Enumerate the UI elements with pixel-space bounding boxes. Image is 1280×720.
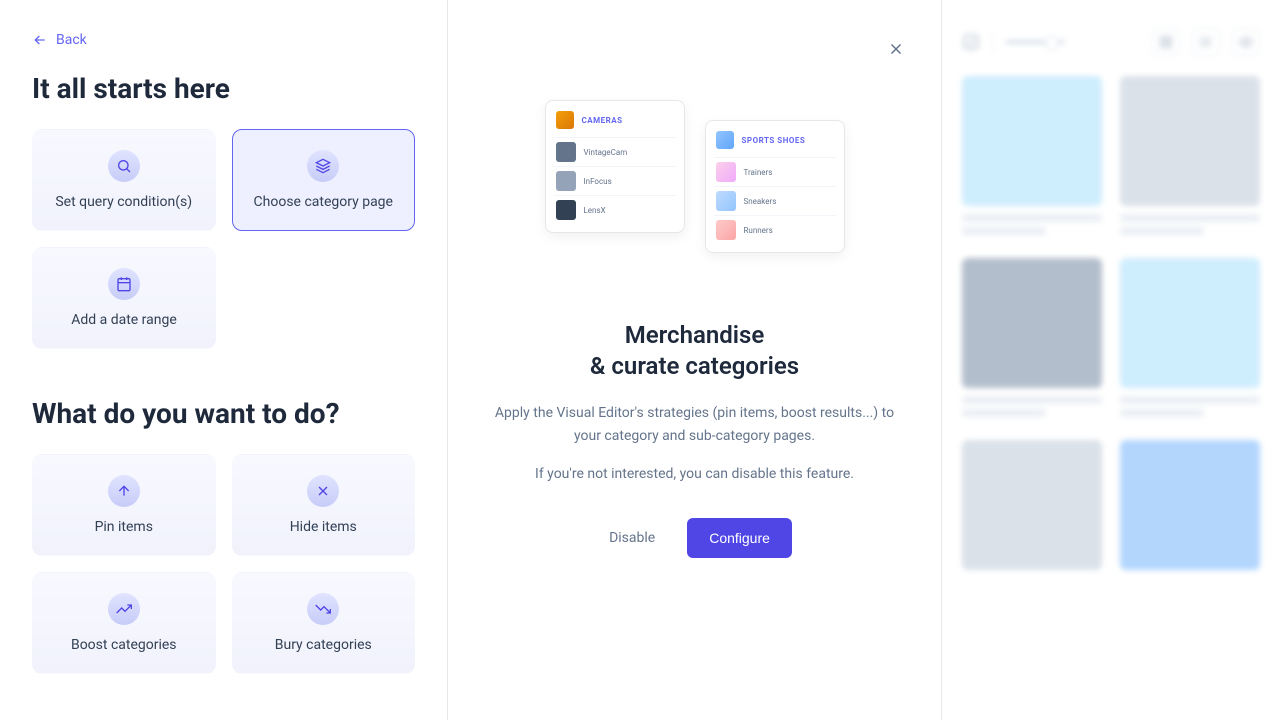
search-icon xyxy=(108,150,140,182)
calendar-icon xyxy=(108,268,140,300)
arrow-up-icon xyxy=(108,475,140,507)
action-bury-categories[interactable]: Bury categories xyxy=(232,572,416,674)
action-hide-items[interactable]: Hide items xyxy=(232,454,416,556)
option-add-date-range[interactable]: Add a date range xyxy=(32,247,216,349)
action-pin-items[interactable]: Pin items xyxy=(32,454,216,556)
zoom-slider xyxy=(1005,40,1065,44)
configure-button[interactable]: Configure xyxy=(687,518,792,558)
close-button[interactable] xyxy=(887,40,905,62)
card-label: Bury categories xyxy=(275,637,372,653)
list-view-icon xyxy=(1192,28,1220,56)
back-button[interactable]: Back xyxy=(32,32,87,48)
section-title-what-do: What do you want to do? xyxy=(32,397,415,430)
arrow-left-icon xyxy=(32,32,48,48)
disable-button[interactable]: Disable xyxy=(597,520,667,556)
card-label: Pin items xyxy=(95,519,153,535)
action-boost-categories[interactable]: Boost categories xyxy=(32,572,216,674)
modal-description-2: If you're not interested, you can disabl… xyxy=(535,463,854,485)
card-label: Boost categories xyxy=(71,637,177,653)
card-label: Add a date range xyxy=(71,312,177,328)
back-label: Back xyxy=(56,32,87,48)
x-icon xyxy=(307,475,339,507)
option-set-query-conditions[interactable]: Set query condition(s) xyxy=(32,129,216,231)
modal-merchandise-categories: CAMERAS VintageCam InFocus LensX SPORTS … xyxy=(448,0,942,720)
card-label: Choose category page xyxy=(254,194,393,210)
trending-up-icon xyxy=(108,593,140,625)
grid-view-icon xyxy=(1152,28,1180,56)
background-product-grid xyxy=(942,0,1280,720)
left-sidebar-panel: Back It all starts here Set query condit… xyxy=(0,0,448,720)
checkbox-icon xyxy=(962,33,980,51)
trending-down-icon xyxy=(307,593,339,625)
card-label: Set query condition(s) xyxy=(55,194,192,210)
layers-icon xyxy=(307,150,339,182)
card-label: Hide items xyxy=(290,519,357,535)
option-choose-category-page[interactable]: Choose category page xyxy=(232,129,416,231)
close-icon xyxy=(887,40,905,58)
section-title-starts-here: It all starts here xyxy=(32,72,415,105)
eye-icon xyxy=(1232,28,1260,56)
modal-description-1: Apply the Visual Editor's strategies (pi… xyxy=(484,402,905,447)
modal-illustration: CAMERAS VintageCam InFocus LensX SPORTS … xyxy=(545,100,845,300)
modal-title: Merchandise& curate categories xyxy=(590,320,799,382)
